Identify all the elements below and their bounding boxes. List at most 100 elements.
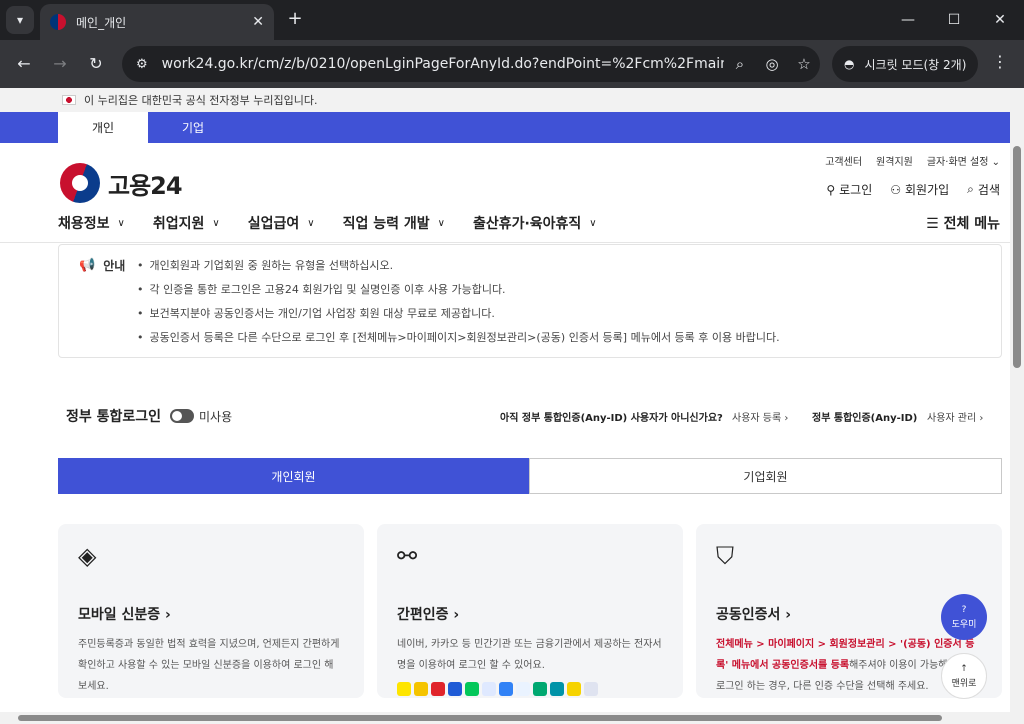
card-desc: 네이버, 카카오 등 민간기관 또는 금융기관에서 제공하는 전자서명을 이용하… xyxy=(397,639,662,671)
nav-label: 출산휴가·육아휴직 xyxy=(472,216,582,232)
account-links: ⚲ 로그인 ⚇ 회원가입 ⌕ 검색 xyxy=(826,181,1000,198)
all-menu-button[interactable]: ☰ 전체 메뉴 xyxy=(926,213,1000,233)
notice-item: 보건복지분야 공동인증서는 개인/기업 사업장 회원 대상 무료로 제공합니다. xyxy=(137,305,780,329)
gov-notice-bar: 이 누리집은 대한민국 공식 전자정부 누리집입니다. xyxy=(0,88,1010,112)
network-nodes-icon: ⚯ xyxy=(397,542,418,570)
user-plus-icon: ⚇ xyxy=(890,182,901,197)
help-circle-icon: ? xyxy=(961,604,967,615)
card-title[interactable]: 모바일 신분증 › xyxy=(78,604,344,624)
tosspay-icon xyxy=(414,682,428,696)
megaphone-icon: 📢 xyxy=(79,258,96,273)
scroll-top-label: 맨위로 xyxy=(951,678,977,689)
search-link[interactable]: ⌕ 검색 xyxy=(967,181,1000,198)
notice-item: 각 인증을 통한 로그인은 고용24 회원가입 및 실명인증 이후 사용 가능합… xyxy=(137,281,780,305)
util-link-remote-support[interactable]: 원격지원 xyxy=(876,153,913,168)
close-icon[interactable]: ✕ xyxy=(252,14,264,30)
manage-user-link[interactable]: 사용자 관리 › xyxy=(927,409,983,424)
payco-icon xyxy=(431,682,445,696)
maximize-button[interactable]: ☐ xyxy=(940,8,968,32)
site-logo[interactable]: 고용24 xyxy=(60,163,183,203)
nav-item-employment-support[interactable]: 취업지원 ∨ xyxy=(153,213,220,233)
gov-notice-text: 이 누리집은 대한민국 공식 전자정부 누리집입니다. xyxy=(84,94,318,107)
notice-box: 📢 안내 개인회원과 기업회원 중 원하는 유형을 선택하십시오. 각 인증을 통… xyxy=(58,244,1002,358)
notice-item: 개인회원과 기업회원 중 원하는 유형을 선택하십시오. xyxy=(137,257,780,281)
horizontal-scrollbar[interactable] xyxy=(0,712,1010,724)
chevron-right-icon: › xyxy=(979,413,984,424)
incognito-label: 시크릿 모드(창 2개) xyxy=(864,57,967,72)
anyid-label: 정부 통합인증(Any-ID) xyxy=(812,413,918,424)
nav-label: 채용정보 xyxy=(58,216,110,232)
nav-item-parental-leave[interactable]: 출산휴가·육아휴직 ∨ xyxy=(473,213,597,233)
tab-search-button[interactable]: ▾ xyxy=(6,6,34,34)
window-close-button[interactable]: ✕ xyxy=(986,8,1014,32)
minimize-button[interactable]: — xyxy=(894,8,922,32)
notice-label: 📢 안내 xyxy=(79,257,125,274)
eye-off-icon[interactable]: ◎ xyxy=(756,55,788,73)
vertical-scrollbar[interactable] xyxy=(1010,88,1024,724)
shield-check-icon: ⛉ xyxy=(716,542,734,570)
nav-label: 실업급여 xyxy=(247,216,300,232)
nav-item-unemployment-benefit[interactable]: 실업급여 ∨ xyxy=(248,213,315,233)
chevron-right-icon: › xyxy=(784,413,789,424)
tab-personal-member[interactable]: 개인회원 xyxy=(58,458,529,494)
url-text[interactable]: work24.go.kr/cm/z/b/0210/openLginPageFor… xyxy=(162,56,724,72)
notice-list: 개인회원과 기업회원 중 원하는 유형을 선택하십시오. 각 인증을 통한 로그… xyxy=(137,257,780,353)
tab-personal[interactable]: 개인 xyxy=(58,112,148,143)
card-title-text: 간편인증 xyxy=(397,607,449,623)
korean-flag-icon xyxy=(62,95,76,105)
zoom-icon[interactable]: ⌕ xyxy=(724,55,756,73)
kakao-icon xyxy=(397,682,411,696)
tab-business[interactable]: 기업 xyxy=(148,112,238,143)
provider-icons xyxy=(397,682,663,696)
site-header: 고용24 고객센터 원격지원 글자·화면 설정 ⌄ ⚲ 로그인 ⚇ 회원가입 ⌕ 검색… xyxy=(0,143,1010,243)
forward-button[interactable]: → xyxy=(48,52,72,76)
nav-label: 취업지원 xyxy=(152,216,205,232)
reload-button[interactable]: ↻ xyxy=(84,52,108,76)
chevron-right-icon: › xyxy=(785,607,792,623)
helper-button[interactable]: ? 도우미 xyxy=(941,594,987,640)
search-label: 검색 xyxy=(977,183,1000,197)
login-link[interactable]: ⚲ 로그인 xyxy=(826,181,872,198)
integrated-login-toggle[interactable] xyxy=(170,409,194,423)
all-menu-label: 전체 메뉴 xyxy=(943,216,1000,232)
id-card-stack-icon: ◈ xyxy=(78,542,97,570)
nav-item-vocational-training[interactable]: 직업 능력 개발 ∨ xyxy=(343,213,445,233)
nav-label: 직업 능력 개발 xyxy=(342,216,430,232)
scrollbar-thumb[interactable] xyxy=(18,715,942,721)
chevron-right-icon: › xyxy=(165,607,171,623)
logo-text: 고용24 xyxy=(108,171,183,200)
card-desc: 주민등록증과 동일한 법적 효력을 지녔으며, 언제든지 간편하게 확인하고 사… xyxy=(78,639,340,692)
search-icon: ⌕ xyxy=(967,182,974,196)
woori-icon xyxy=(584,682,598,696)
card-simple-auth[interactable]: ⚯ 간편인증 › 네이버, 카카오 등 민간기관 또는 금융기관에서 제공하는 … xyxy=(377,524,683,698)
new-tab-button[interactable]: + xyxy=(284,8,306,30)
site-type-tabs: 개인 기업 xyxy=(0,112,1010,143)
tab-business-member[interactable]: 기업회원 xyxy=(529,458,1002,494)
address-bar[interactable]: ⚙ work24.go.kr/cm/z/b/0210/openLginPageF… xyxy=(122,46,820,82)
star-icon[interactable]: ☆ xyxy=(788,55,820,73)
util-link-display-settings[interactable]: 글자·화면 설정 ⌄ xyxy=(927,153,1000,168)
member-type-tabs: 개인회원 기업회원 xyxy=(58,458,1002,494)
chevron-down-icon: ∨ xyxy=(212,217,220,229)
back-button[interactable]: ← xyxy=(12,52,36,76)
signup-link[interactable]: ⚇ 회원가입 xyxy=(890,181,949,198)
tab-strip: ▾ 메인_개인 ✕ + — ☐ ✕ xyxy=(0,0,1024,40)
browser-menu-icon[interactable]: ⋮ xyxy=(990,52,1010,71)
nav-item-jobs[interactable]: 채용정보 ∨ xyxy=(58,213,125,233)
pass-icon xyxy=(448,682,462,696)
browser-tab[interactable]: 메인_개인 ✕ xyxy=(40,4,274,40)
incognito-icon: ◓ xyxy=(844,57,855,71)
scroll-top-button[interactable]: ↑ 맨위로 xyxy=(941,653,987,699)
card-title[interactable]: 간편인증 › xyxy=(397,604,663,624)
incognito-indicator[interactable]: ◓ 시크릿 모드(창 2개) xyxy=(832,46,978,82)
chevron-down-icon: ▾ xyxy=(16,13,24,27)
card-mobile-id[interactable]: ◈ 모바일 신분증 › 주민등록증과 동일한 법적 효력을 지녔으며, 언제든지… xyxy=(58,524,364,698)
scrollbar-thumb[interactable] xyxy=(1013,146,1021,368)
util-link-customer-center[interactable]: 고객센터 xyxy=(825,153,862,168)
register-user-link[interactable]: 사용자 등록 › xyxy=(732,409,788,424)
integrated-login-row: 정부 통합로그인 미사용 아직 정부 통합인증(Any-ID) 사용자가 아니신… xyxy=(66,406,996,426)
site-info-icon[interactable]: ⚙ xyxy=(136,57,148,72)
toss-icon xyxy=(499,682,513,696)
login-label: 로그인 xyxy=(839,183,873,197)
chevron-right-icon: › xyxy=(453,607,460,623)
